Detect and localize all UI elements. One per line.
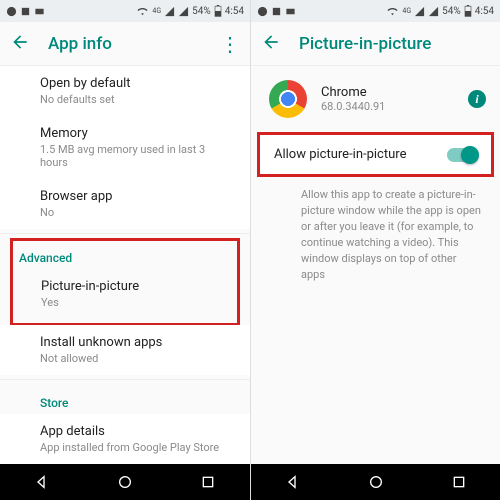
battery-pct: 54% [192,6,211,17]
notification-icon [34,6,45,17]
back-icon[interactable] [261,32,281,56]
wifi-icon [136,6,149,17]
phone-left: 4G 54% 4:54 App info ⋮ Open by default N… [0,0,250,500]
nav-home-icon[interactable] [117,474,133,490]
toggle-switch[interactable] [447,148,477,162]
lte-label: 4G [152,7,161,15]
section-advanced: Advanced [13,241,237,269]
settings-list: Open by default No defaults set Memory 1… [0,66,250,464]
row-picture-in-picture[interactable]: Picture-in-picture Yes [13,269,237,319]
app-version: 68.0.3440.91 [321,100,385,113]
notification-icon [285,6,296,17]
section-store: Store [0,384,250,414]
row-open-by-default[interactable]: Open by default No defaults set [0,66,250,116]
nav-bar [251,464,500,500]
signal-icon [178,6,189,17]
row-install-unknown[interactable]: Install unknown apps Not allowed [0,325,250,375]
app-bar: Picture-in-picture [251,22,500,66]
signal-icon [414,6,425,17]
divider [0,233,250,234]
divider [0,379,250,380]
overflow-menu-icon[interactable]: ⋮ [220,40,240,48]
row-browser-app[interactable]: Browser app No [0,179,250,229]
nav-recent-icon[interactable] [451,474,467,490]
nav-back-icon[interactable] [34,474,50,490]
pip-description: Allow this app to create a picture-in-pi… [251,177,500,293]
highlight-pip: Advanced Picture-in-picture Yes [10,238,240,326]
battery-icon [214,5,222,17]
info-icon[interactable]: i [468,90,486,108]
battery-icon [464,5,472,17]
clock: 4:54 [225,6,244,17]
status-bar: 4G 54% 4:54 [251,0,500,22]
notification-icon [6,6,17,17]
notification-icon [20,6,31,17]
nav-bar [0,464,250,500]
toggle-label: Allow picture-in-picture [274,147,447,162]
wifi-icon [386,6,399,17]
chrome-icon [269,80,307,118]
page-title: Picture-in-picture [299,34,490,54]
phone-right: 4G 54% 4:54 Picture-in-picture Chrome 68… [250,0,500,500]
signal-icon [428,6,439,17]
row-allow-pip[interactable]: Allow picture-in-picture [257,132,494,177]
app-name: Chrome [321,85,385,100]
clock: 4:54 [475,6,494,17]
back-icon[interactable] [10,32,30,56]
row-memory[interactable]: Memory 1.5 MB avg memory used in last 3 … [0,116,250,179]
page-title: App info [48,34,202,54]
pip-content: Chrome 68.0.3440.91 i Allow picture-in-p… [251,66,500,464]
notification-icon [271,6,282,17]
battery-pct: 54% [442,6,461,17]
nav-back-icon[interactable] [285,474,301,490]
status-bar: 4G 54% 4:54 [0,0,250,22]
lte-label: 4G [402,7,411,15]
row-app-details[interactable]: App details App installed from Google Pl… [0,414,250,464]
nav-recent-icon[interactable] [200,474,216,490]
app-bar: App info ⋮ [0,22,250,66]
notification-icon [257,6,268,17]
app-header: Chrome 68.0.3440.91 i [251,66,500,132]
signal-icon [164,6,175,17]
nav-home-icon[interactable] [368,474,384,490]
